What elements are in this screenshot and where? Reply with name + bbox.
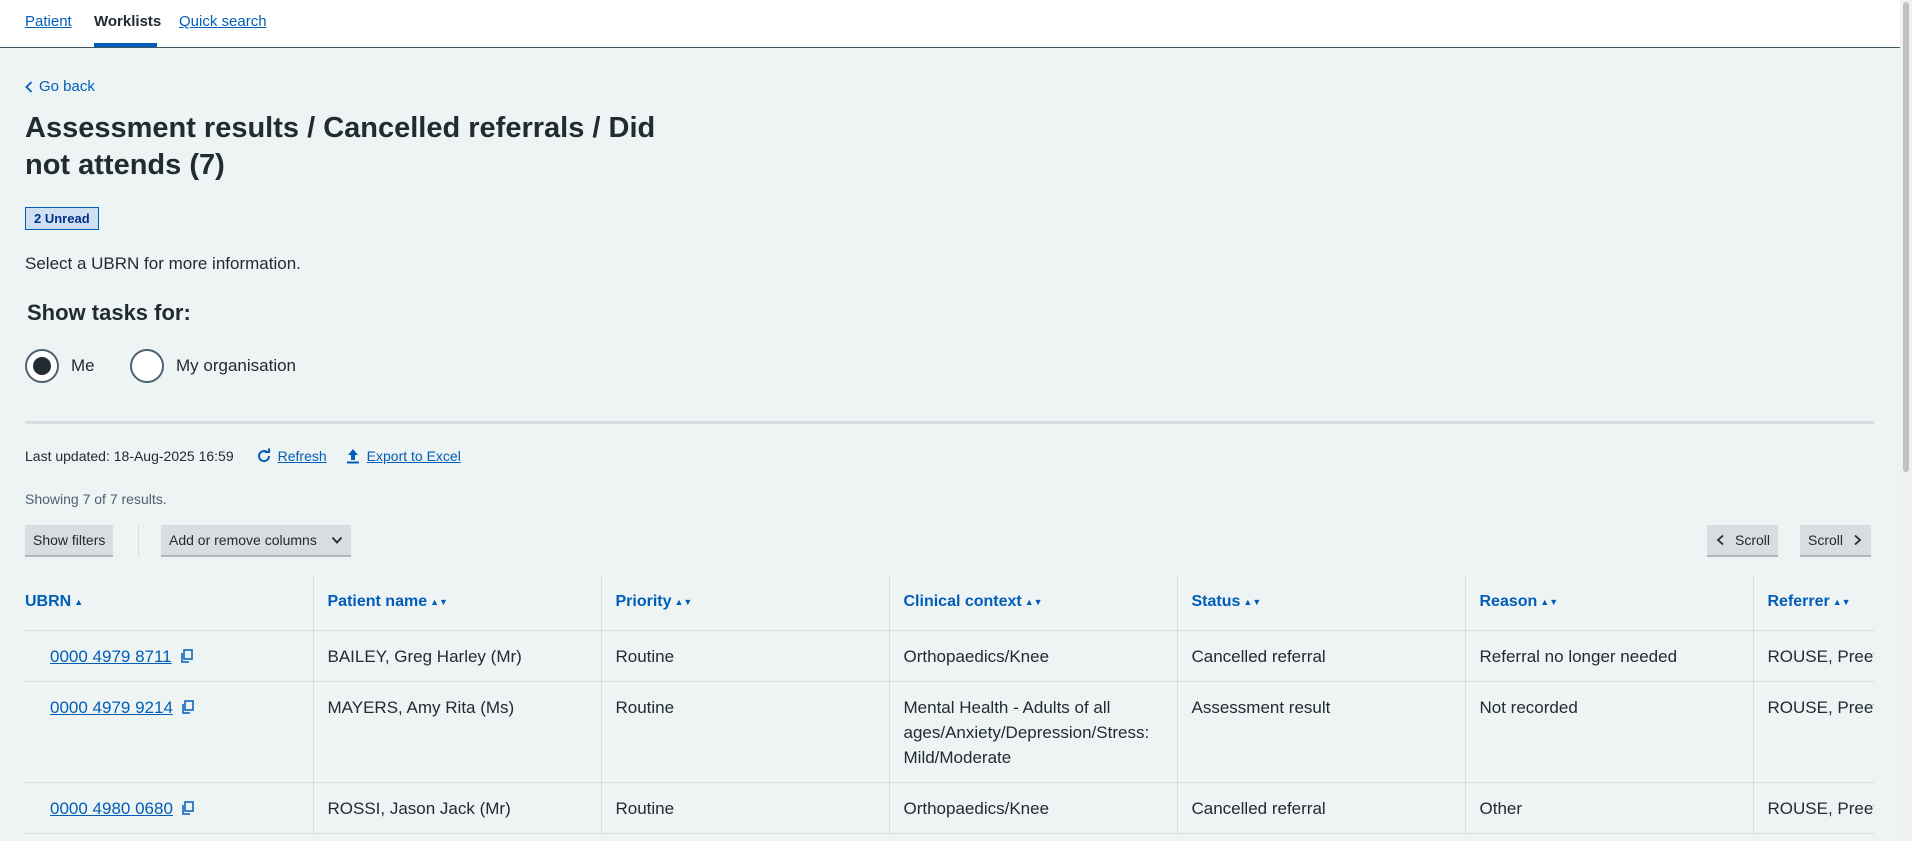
- last-updated-text: Last updated: 18-Aug-2025 16:59: [25, 448, 234, 464]
- column-header-referrer[interactable]: Referrer ▲▼: [1752, 575, 1874, 631]
- page-title: Assessment results / Cancelled referrals…: [25, 112, 656, 181]
- column-header-reason[interactable]: Reason ▲▼: [1464, 575, 1753, 631]
- chevron-down-icon: [331, 536, 343, 544]
- column-header-status[interactable]: Status ▲▼: [1176, 575, 1465, 631]
- ubrn-cell: 0000 4980 0680: [25, 782, 313, 834]
- clinical-context-cell: Orthopaedics/Knee: [888, 782, 1177, 834]
- status-cell: Cancelled referral: [1176, 782, 1465, 834]
- column-header-priority[interactable]: Priority ▲▼: [600, 575, 889, 631]
- sort-icon: ▲▼: [674, 597, 693, 608]
- reason-cell: Not recorded: [1464, 681, 1753, 783]
- copy-icon[interactable]: [181, 800, 195, 815]
- sort-ascending-icon: ▲: [74, 597, 84, 608]
- show-filters-button[interactable]: Show filters: [25, 525, 114, 557]
- radio-my-organisation[interactable]: My organisation: [130, 349, 296, 383]
- export-excel-link[interactable]: Export to Excel: [345, 448, 461, 464]
- column-header-patient-name[interactable]: Patient name ▲▼: [312, 575, 601, 631]
- radio-me-circle[interactable]: [25, 349, 59, 383]
- refresh-icon: [257, 448, 270, 463]
- tab-worklists[interactable]: Worklists: [94, 13, 161, 30]
- sort-icon: ▲▼: [1832, 597, 1851, 608]
- tab-quick-search[interactable]: Quick search: [179, 13, 267, 30]
- ubrn-cell: 0000 4979 9214: [25, 681, 313, 783]
- chevron-right-icon: [1854, 534, 1862, 546]
- sort-icon: ▲▼: [430, 597, 448, 608]
- patient-name-cell: BAILEY, Greg Harley (Mr): [312, 630, 601, 682]
- refresh-link[interactable]: Refresh: [256, 448, 327, 464]
- table-row: 0000 4979 8711 BAILEY, Greg Harley (Mr) …: [25, 630, 1874, 682]
- chevron-left-icon: [1716, 534, 1724, 546]
- worklist-table: UBRN ▲ Patient name ▲▼ Priority ▲▼ Clinical…: [25, 575, 1874, 834]
- sort-icon: ▲▼: [1243, 597, 1262, 608]
- radio-me[interactable]: Me: [25, 349, 95, 383]
- add-remove-columns-label: Add or remove columns: [169, 532, 317, 548]
- helper-text: Select a UBRN for more information.: [25, 254, 301, 273]
- upload-icon: [346, 449, 359, 464]
- go-back-label: Go back: [39, 78, 95, 95]
- clinical-context-cell: Mental Health - Adults of all ages/Anxie…: [888, 681, 1177, 783]
- scroll-left-label: Scroll: [1735, 532, 1771, 548]
- show-filters-label: Show filters: [33, 532, 106, 548]
- ubrn-link[interactable]: 0000 4979 9214: [50, 698, 173, 717]
- scroll-right-button[interactable]: Scroll: [1800, 525, 1872, 557]
- sort-icon: ▲▼: [1024, 597, 1043, 608]
- worklist-table-container[interactable]: UBRN ▲ Patient name ▲▼ Priority ▲▼ Clinical…: [25, 575, 1874, 841]
- scroll-right-label: Scroll: [1808, 532, 1844, 548]
- table-row: 0000 4979 9214 MAYERS, Amy Rita (Ms) Rou…: [25, 681, 1874, 783]
- copy-icon[interactable]: [180, 648, 194, 663]
- updated-row: Last updated: 18-Aug-2025 16:59 Refresh …: [25, 448, 461, 464]
- radio-selected-dot: [33, 357, 51, 375]
- patient-name-cell: MAYERS, Amy Rita (Ms): [312, 681, 601, 783]
- export-excel-label: Export to Excel: [366, 448, 461, 464]
- status-cell: Assessment result: [1176, 681, 1465, 783]
- referrer-cell: ROUSE, Preet: [1752, 630, 1874, 682]
- copy-icon[interactable]: [181, 699, 195, 714]
- tab-patient[interactable]: Patient: [25, 13, 72, 30]
- scroll-left-button[interactable]: Scroll: [1707, 525, 1779, 557]
- chevron-left-icon: [25, 80, 33, 93]
- vertical-scrollbar[interactable]: [1900, 0, 1912, 841]
- patient-name-cell: ROSSI, Jason Jack (Mr): [312, 782, 601, 834]
- referrer-cell: ROUSE, Preet: [1752, 782, 1874, 834]
- scrollbar-thumb[interactable]: [1903, 2, 1909, 472]
- priority-cell: Routine: [600, 681, 889, 783]
- results-count: Showing 7 of 7 results.: [25, 491, 167, 507]
- radio-me-label: Me: [71, 356, 95, 375]
- column-header-clinical-context[interactable]: Clinical context ▲▼: [888, 575, 1177, 631]
- clinical-context-cell: Orthopaedics/Knee: [888, 630, 1177, 682]
- referrer-cell: ROUSE, Preet: [1752, 681, 1874, 783]
- sort-icon: ▲▼: [1540, 597, 1559, 608]
- toolbar-separator: [138, 525, 139, 557]
- ubrn-cell: 0000 4979 8711: [25, 630, 313, 682]
- refresh-label: Refresh: [277, 448, 327, 464]
- radio-my-organisation-circle[interactable]: [130, 349, 164, 383]
- ubrn-link[interactable]: 0000 4979 8711: [50, 647, 172, 666]
- go-back-link[interactable]: Go back: [25, 78, 95, 95]
- priority-cell: Routine: [600, 630, 889, 682]
- priority-cell: Routine: [600, 782, 889, 834]
- reason-cell: Referral no longer needed: [1464, 630, 1753, 682]
- table-header-row: UBRN ▲ Patient name ▲▼ Priority ▲▼ Clinical…: [25, 575, 1874, 631]
- top-navigation: Patient Worklists Quick search: [0, 0, 1900, 48]
- unread-badge: 2 Unread: [25, 207, 99, 230]
- radio-my-organisation-label: My organisation: [176, 356, 297, 375]
- ubrn-link[interactable]: 0000 4980 0680: [50, 799, 173, 818]
- reason-cell: Other: [1464, 782, 1753, 834]
- section-divider: [25, 421, 1874, 424]
- add-remove-columns-button[interactable]: Add or remove columns: [161, 525, 351, 557]
- active-tab-indicator: [94, 43, 157, 47]
- table-row: 0000 4980 0680 ROSSI, Jason Jack (Mr) Ro…: [25, 782, 1874, 834]
- status-cell: Cancelled referral: [1176, 630, 1465, 682]
- show-tasks-label: Show tasks for:: [27, 300, 191, 325]
- column-header-ubrn[interactable]: UBRN ▲: [25, 575, 313, 631]
